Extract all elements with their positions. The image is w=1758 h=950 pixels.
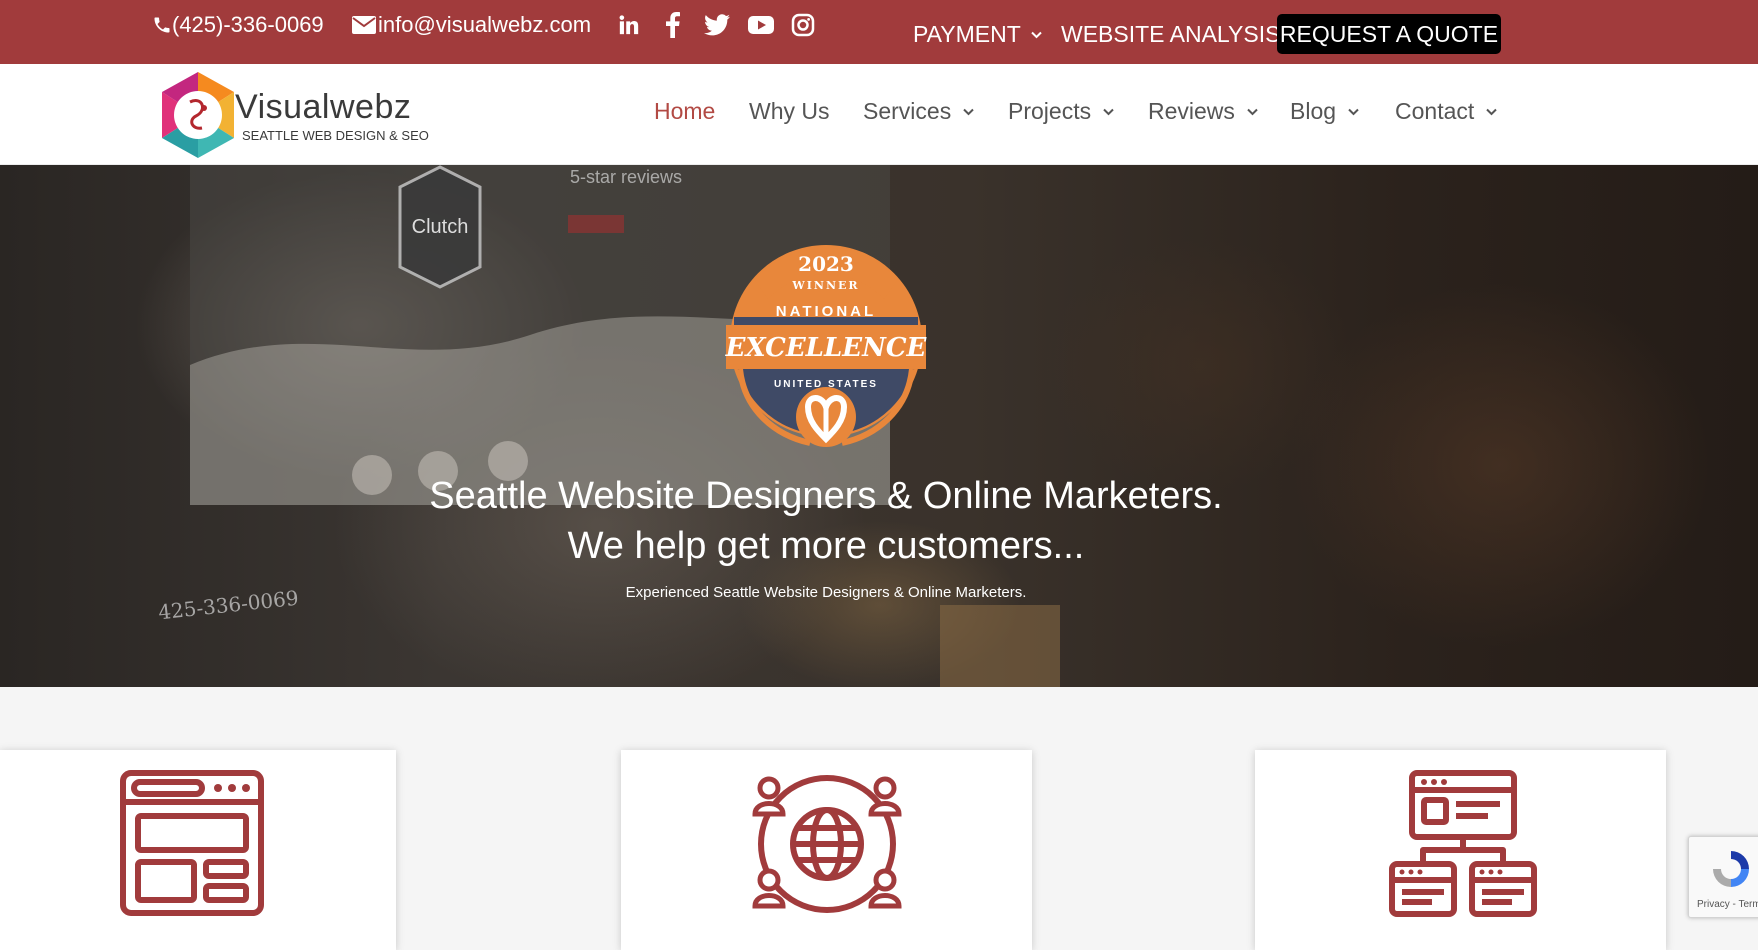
nav-contact-label: Contact bbox=[1395, 98, 1475, 124]
logo-tagline: SEATTLE WEB DESIGN & SEO bbox=[242, 128, 429, 143]
website-layout-icon bbox=[120, 770, 264, 916]
nav-contact[interactable]: Contact bbox=[1395, 98, 1497, 125]
payment-label: PAYMENT bbox=[913, 21, 1021, 47]
facebook-icon[interactable] bbox=[665, 12, 681, 38]
nav-why-us-label: Why Us bbox=[749, 98, 830, 124]
logo[interactable]: Visualwebz SEATTLE WEB DESIGN & SEO bbox=[158, 70, 429, 160]
logo-name: Visualwebz bbox=[235, 88, 412, 126]
feature-card-marketing[interactable] bbox=[621, 750, 1032, 950]
chevron-down-icon bbox=[1103, 108, 1114, 115]
nav-why-us[interactable]: Why Us bbox=[749, 98, 830, 125]
chevron-down-icon bbox=[1031, 31, 1042, 38]
request-quote-label: REQUEST A QUOTE bbox=[1279, 20, 1499, 47]
nav-projects[interactable]: Projects bbox=[1008, 98, 1114, 125]
top-bar: (425)-336-0069 info@visualwebz.com PAYME… bbox=[0, 0, 1758, 64]
hero-title-line-1: Seattle Website Designers & Online Marke… bbox=[429, 475, 1223, 517]
request-quote-button[interactable]: REQUEST A QUOTE bbox=[1277, 14, 1501, 54]
envelope-icon bbox=[352, 16, 376, 34]
recaptcha-icon bbox=[1713, 851, 1749, 887]
phone-icon bbox=[154, 17, 170, 33]
box-image bbox=[940, 605, 1060, 687]
upcity-logo-icon bbox=[796, 387, 856, 447]
nav-reviews[interactable]: Reviews bbox=[1148, 98, 1258, 125]
national-excellence-badge: 2023 WINNER NATIONAL EXCELLENCE UNITED S… bbox=[725, 245, 928, 447]
badge-national: NATIONAL bbox=[776, 303, 876, 320]
chevron-down-icon bbox=[1486, 108, 1497, 115]
chevron-down-icon bbox=[1247, 108, 1258, 115]
nav-projects-label: Projects bbox=[1008, 98, 1092, 124]
nav-home-label: Home bbox=[654, 98, 716, 124]
email-text: info@visualwebz.com bbox=[378, 12, 592, 37]
nav-reviews-label: Reviews bbox=[1148, 98, 1235, 124]
hero-subtitle: Experienced Seattle Website Designers & … bbox=[625, 584, 1027, 601]
nav-services-label: Services bbox=[863, 98, 952, 124]
chevron-down-icon bbox=[963, 108, 974, 115]
recaptcha-widget[interactable]: Privacy - Terms bbox=[1688, 836, 1758, 918]
youtube-icon[interactable] bbox=[748, 12, 774, 38]
hero-title-line-2: We help get more customers... bbox=[567, 525, 1085, 567]
payment-menu[interactable]: PAYMENT bbox=[913, 21, 1042, 48]
logo-hexagon-icon bbox=[162, 72, 234, 158]
instagram-icon[interactable] bbox=[791, 12, 815, 38]
website-analysis-label: WEBSITE ANALYSIS bbox=[1061, 21, 1281, 47]
hero-title: Seattle Website Designers & Online Marke… bbox=[0, 471, 1652, 571]
nav-blog[interactable]: Blog bbox=[1290, 98, 1359, 125]
clutch-text: Clutch bbox=[412, 216, 469, 238]
phone-link[interactable]: (425)-336-0069 bbox=[152, 12, 324, 38]
badge-winner: WINNER bbox=[791, 279, 859, 292]
badge-year: 2023 bbox=[798, 252, 854, 276]
reviews-text: 5-star reviews bbox=[570, 167, 682, 187]
feature-card-web-design[interactable] bbox=[0, 750, 396, 950]
badge-excellence: EXCELLENCE bbox=[725, 333, 928, 363]
nav-services[interactable]: Services bbox=[863, 98, 974, 125]
linkedin-icon[interactable] bbox=[618, 12, 640, 38]
email-link[interactable]: info@visualwebz.com bbox=[352, 12, 591, 38]
nav-blog-label: Blog bbox=[1290, 98, 1337, 124]
sitemap-icon bbox=[1389, 770, 1537, 917]
phone-text: (425)-336-0069 bbox=[172, 12, 324, 37]
global-network-icon bbox=[752, 775, 902, 913]
twitter-icon[interactable] bbox=[704, 12, 730, 38]
clutch-badge: Clutch bbox=[398, 165, 482, 289]
website-analysis-link[interactable]: WEBSITE ANALYSIS bbox=[1061, 21, 1280, 48]
nav-home[interactable]: Home bbox=[654, 98, 715, 125]
recaptcha-privacy-terms[interactable]: Privacy - Terms bbox=[1697, 899, 1758, 910]
site-header: Visualwebz SEATTLE WEB DESIGN & SEO Home… bbox=[0, 64, 1758, 165]
chevron-down-icon bbox=[1348, 108, 1359, 115]
hero-banner: Clutch 5-star reviews 425-336-0069 2023 … bbox=[0, 165, 1758, 687]
feature-card-development[interactable] bbox=[1255, 750, 1666, 950]
